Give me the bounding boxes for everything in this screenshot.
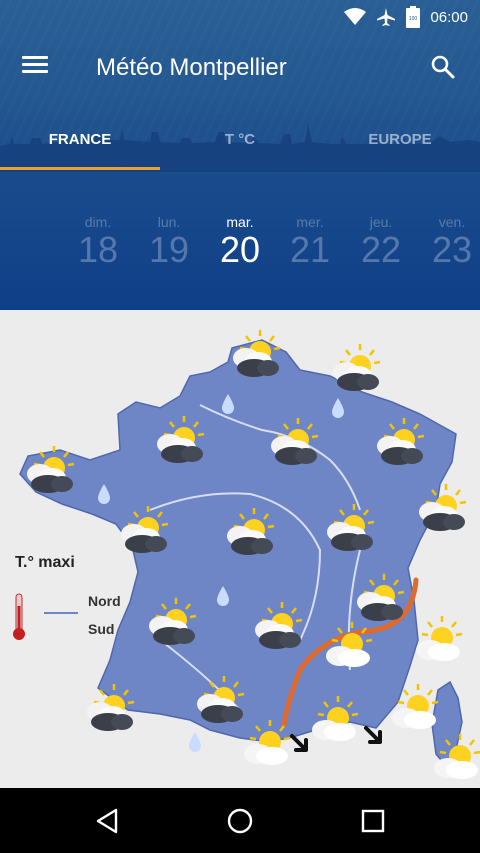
day-selector: dim. 18 lun. 19 mar. 20 mer. 21 jeu. 22 ven. 2… bbox=[0, 214, 480, 284]
airplane-icon bbox=[377, 8, 396, 26]
status-bar: 100 06:00 bbox=[0, 0, 480, 32]
wifi-icon bbox=[344, 8, 367, 25]
menu-button[interactable] bbox=[22, 52, 52, 82]
day-item[interactable]: lun. 19 bbox=[139, 214, 199, 270]
legend-title: T.° maxi bbox=[15, 554, 75, 571]
cold-front-arrow-icon bbox=[290, 734, 308, 752]
legend-sud-label: Sud bbox=[88, 621, 115, 637]
tab-bar: FRANCE T °C EUROPE bbox=[0, 130, 480, 170]
day-item[interactable]: mer. 21 bbox=[280, 214, 340, 270]
battery-level: 100 bbox=[409, 16, 418, 22]
header: 100 06:00 Météo Montpellier FRANCE T °C … bbox=[0, 0, 480, 310]
battery-icon: 100 bbox=[406, 6, 421, 28]
france-map bbox=[13, 328, 480, 781]
status-time: 06:00 bbox=[430, 8, 468, 26]
sunny-cloud-icon bbox=[414, 614, 464, 663]
legend-nord-label: Nord bbox=[88, 593, 121, 609]
tab-europe[interactable]: EUROPE bbox=[320, 130, 480, 170]
navigation-bar bbox=[0, 788, 480, 853]
day-item[interactable]: dim. 18 bbox=[68, 214, 128, 270]
rain-drop-icon bbox=[189, 732, 201, 752]
back-icon[interactable] bbox=[92, 806, 122, 836]
app-bar: Météo Montpellier bbox=[0, 32, 480, 104]
tab-france[interactable]: FRANCE bbox=[0, 130, 160, 170]
day-item[interactable]: jeu. 22 bbox=[351, 214, 411, 270]
partly-cloudy-icon bbox=[331, 342, 382, 393]
weather-map[interactable]: T.° maxi Nord Sud bbox=[0, 310, 480, 788]
search-icon[interactable] bbox=[430, 54, 456, 80]
home-icon[interactable] bbox=[225, 806, 255, 836]
tab-temperature[interactable]: T °C bbox=[160, 130, 320, 170]
thermometer-icon bbox=[13, 593, 25, 640]
day-item[interactable]: ven. 23 bbox=[422, 214, 480, 270]
cold-front-arrow-icon bbox=[364, 726, 382, 744]
day-item-selected[interactable]: mar. 20 bbox=[210, 214, 270, 270]
tab-indicator bbox=[0, 167, 160, 170]
app-title: Météo Montpellier bbox=[96, 54, 287, 81]
recents-icon[interactable] bbox=[358, 806, 388, 836]
